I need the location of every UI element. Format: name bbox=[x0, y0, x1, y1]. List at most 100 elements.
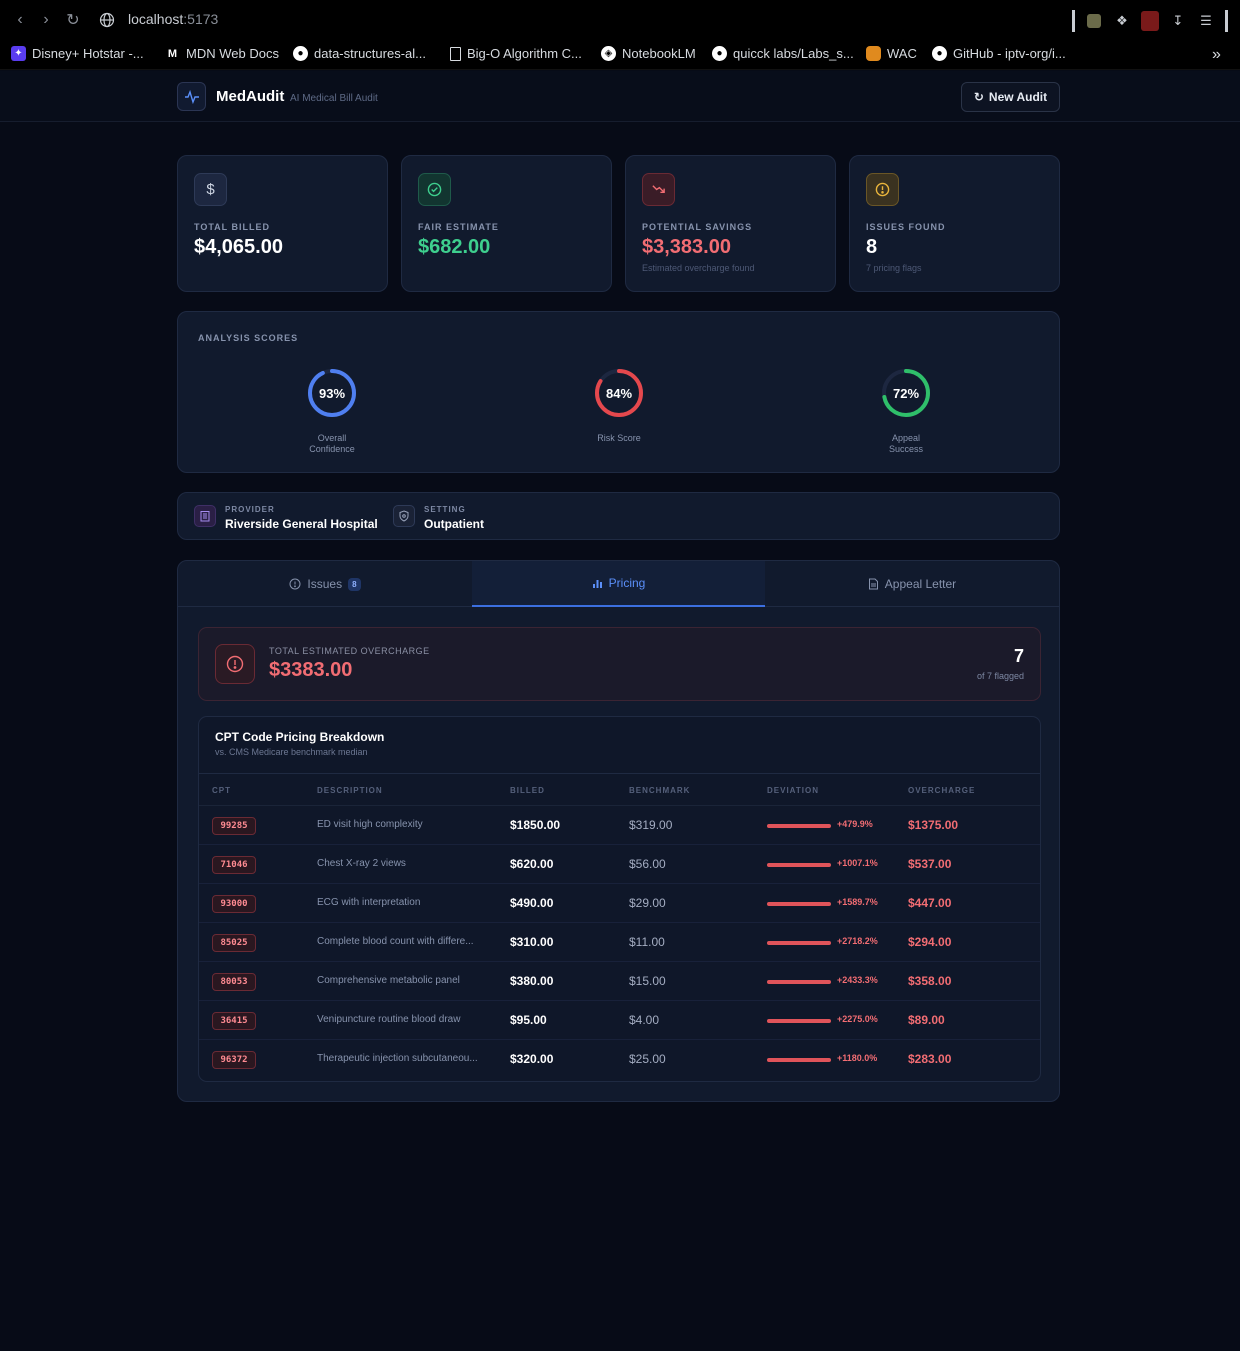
deviation-value: +1007.1% bbox=[837, 858, 878, 868]
cpt-code-badge: 99285 bbox=[212, 817, 256, 835]
alert-circle-icon bbox=[289, 578, 301, 590]
stat-value: $3,383.00 bbox=[642, 236, 731, 258]
billed-amount: $310.00 bbox=[510, 935, 554, 949]
table-row[interactable]: 96372 Therapeutic injection subcutaneou..… bbox=[199, 1040, 1040, 1079]
bookmark-notebooklm[interactable]: ◈ NotebookLM bbox=[601, 46, 696, 61]
deviation-value: +479.9% bbox=[837, 819, 873, 829]
new-audit-button[interactable]: ↻ New Audit bbox=[961, 82, 1060, 112]
benchmark-amount: $11.00 bbox=[629, 935, 665, 949]
brand-name: MedAudit bbox=[216, 88, 285, 105]
bookmark-iptv[interactable]: ● GitHub - iptv-org/i... bbox=[932, 46, 1066, 61]
more-bookmarks-icon[interactable]: » bbox=[1212, 46, 1221, 64]
bookmark-mdn[interactable]: M MDN Web Docs bbox=[165, 46, 279, 61]
puzzle-icon[interactable]: ❖ bbox=[1113, 12, 1131, 30]
wac-icon bbox=[866, 46, 881, 61]
deviation-bar bbox=[767, 1058, 831, 1062]
notebooklm-icon: ◈ bbox=[601, 46, 616, 61]
download-icon[interactable]: ↧ bbox=[1169, 12, 1187, 30]
overcharge-amount: $537.00 bbox=[908, 857, 952, 871]
refresh-icon: ↻ bbox=[973, 90, 984, 104]
stat-fair-estimate: FAIR ESTIMATE $682.00 bbox=[401, 155, 612, 292]
deviation-bar bbox=[767, 902, 831, 906]
building-icon bbox=[194, 505, 216, 527]
github-icon: ● bbox=[932, 46, 947, 61]
cpt-code-badge: 93000 bbox=[212, 895, 256, 913]
disney-icon: ✦ bbox=[11, 46, 26, 61]
table-title: CPT Code Pricing Breakdown bbox=[215, 730, 385, 744]
gauge-confidence: 93% Overall Confidence bbox=[282, 367, 382, 455]
logo bbox=[177, 82, 206, 111]
overcharge-amount: $447.00 bbox=[908, 896, 952, 910]
url-host: localhost bbox=[128, 11, 184, 27]
description: ED visit high complexity bbox=[317, 819, 423, 830]
tab-appeal-letter[interactable]: Appeal Letter bbox=[765, 561, 1059, 607]
back-icon[interactable]: ‹ bbox=[10, 10, 30, 30]
flagged-count: 7 bbox=[1013, 646, 1024, 666]
tab-issues[interactable]: Issues 8 bbox=[178, 561, 472, 607]
pricing-table: CPT Code Pricing Breakdown vs. CMS Medic… bbox=[198, 716, 1041, 1082]
app-header: MedAudit AI Medical Bill Audit ↻ New Aud… bbox=[0, 71, 1240, 122]
benchmark-amount: $56.00 bbox=[629, 857, 666, 871]
analysis-scores: ANALYSIS SCORES 93% Overall Confidence 84… bbox=[177, 311, 1060, 473]
deviation-bar bbox=[767, 824, 831, 828]
table-row[interactable]: 93000 ECG with interpretation $490.00 $29.0… bbox=[199, 884, 1040, 923]
stat-total-billed: $ TOTAL BILLED $4,065.00 bbox=[177, 155, 388, 292]
description: Venipuncture routine blood draw bbox=[317, 1014, 461, 1025]
stat-value: 8 bbox=[866, 236, 878, 258]
trending-down-icon bbox=[642, 173, 675, 206]
forward-icon[interactable]: › bbox=[36, 10, 56, 30]
benchmark-amount: $25.00 bbox=[629, 1052, 666, 1066]
site-info-icon[interactable] bbox=[97, 10, 117, 30]
deviation-value: +2718.2% bbox=[837, 936, 878, 946]
gauge-risk: 84% Risk Score bbox=[569, 367, 669, 444]
overcharge-summary: TOTAL ESTIMATED OVERCHARGE $3383.00 7 of… bbox=[198, 627, 1041, 701]
billed-amount: $95.00 bbox=[510, 1013, 547, 1027]
deviation-bar bbox=[767, 863, 831, 867]
table-row[interactable]: 99285 ED visit high complexity $1850.00 $31… bbox=[199, 806, 1040, 845]
bookmark-wac[interactable]: WAC bbox=[866, 46, 917, 61]
section-title: ANALYSIS SCORES bbox=[198, 333, 299, 343]
table-row[interactable]: 80053 Comprehensive metabolic panel $380.0… bbox=[199, 962, 1040, 1001]
shield-icon bbox=[393, 505, 415, 527]
benchmark-amount: $319.00 bbox=[629, 818, 673, 832]
table-row[interactable]: 36415 Venipuncture routine blood draw $95.… bbox=[199, 1001, 1040, 1040]
provider-info: PROVIDER Riverside General Hospital SETT… bbox=[177, 492, 1060, 540]
issues-count-badge: 8 bbox=[348, 577, 361, 591]
alert-circle-icon bbox=[866, 173, 899, 206]
tab-pricing[interactable]: Pricing bbox=[472, 561, 765, 607]
table-row[interactable]: 85025 Complete blood count with differe..… bbox=[199, 923, 1040, 962]
address-bar[interactable]: localhost:5173 bbox=[128, 11, 218, 27]
reload-icon[interactable]: ↻ bbox=[63, 10, 83, 30]
results-panel: Issues 8 Pricing Appeal Letter TOTAL EST… bbox=[177, 560, 1060, 1102]
billed-amount: $620.00 bbox=[510, 857, 554, 871]
menu-icon[interactable]: ☰ bbox=[1197, 12, 1215, 30]
benchmark-amount: $15.00 bbox=[629, 974, 666, 988]
bookmark-big-o[interactable]: Big-O Algorithm C... bbox=[450, 46, 582, 61]
overcharge-amount: $358.00 bbox=[908, 974, 952, 988]
gauge-appeal: 72% Appeal Success bbox=[856, 367, 956, 455]
document-icon bbox=[868, 578, 878, 590]
profile-avatar-icon[interactable] bbox=[1141, 11, 1159, 31]
bookmark-data-structures[interactable]: ● data-structures-al... bbox=[293, 46, 426, 61]
description: Therapeutic injection subcutaneou... bbox=[317, 1053, 478, 1064]
tab-bar: Issues 8 Pricing Appeal Letter bbox=[178, 561, 1059, 607]
description: ECG with interpretation bbox=[317, 897, 421, 908]
stat-value: $4,065.00 bbox=[194, 236, 283, 258]
cpt-code-badge: 71046 bbox=[212, 856, 256, 874]
bookmark-disney[interactable]: ✦ Disney+ Hotstar -... bbox=[11, 46, 144, 61]
benchmark-amount: $4.00 bbox=[629, 1013, 660, 1027]
cpt-code-badge: 96372 bbox=[212, 1051, 256, 1069]
stat-value: $682.00 bbox=[418, 236, 491, 258]
check-circle-icon bbox=[418, 173, 451, 206]
description: Chest X-ray 2 views bbox=[317, 858, 406, 869]
extension-icon[interactable] bbox=[1085, 12, 1103, 30]
overcharge-amount: $283.00 bbox=[908, 1052, 952, 1066]
github-icon: ● bbox=[293, 46, 308, 61]
divider bbox=[1225, 10, 1228, 32]
divider bbox=[1072, 10, 1075, 32]
description: Comprehensive metabolic panel bbox=[317, 975, 460, 986]
dollar-icon: $ bbox=[194, 173, 227, 206]
bookmark-quicklabs[interactable]: ● quicck labs/Labs_s... bbox=[712, 46, 854, 61]
overcharge-total: $3383.00 bbox=[269, 659, 353, 681]
table-row[interactable]: 71046 Chest X-ray 2 views $620.00 $56.00 +10… bbox=[199, 845, 1040, 884]
